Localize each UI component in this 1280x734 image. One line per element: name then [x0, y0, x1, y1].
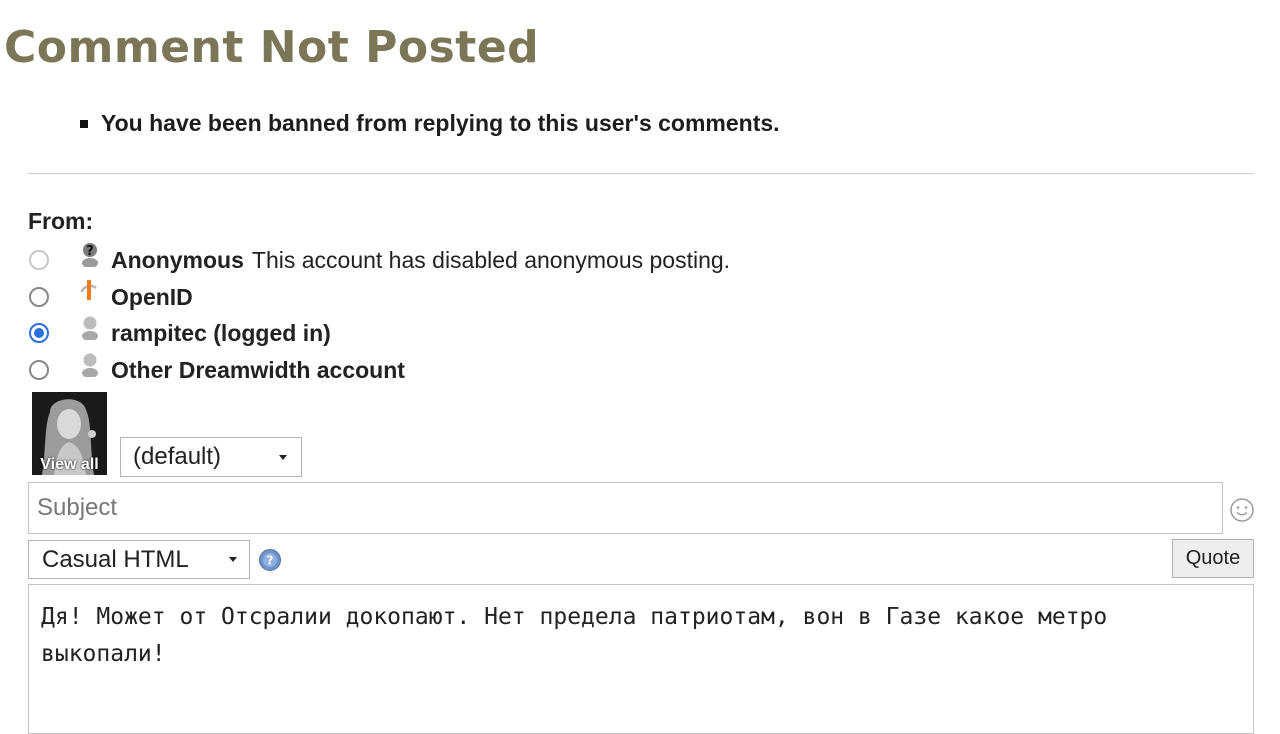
radio-openid[interactable] [29, 287, 49, 307]
user-icon [79, 351, 101, 378]
userpic-select-value: (default) [133, 443, 222, 470]
from-label: From: [28, 208, 94, 234]
userpic-thumbnail[interactable]: View all [32, 392, 107, 475]
userpic-select[interactable]: (default) [120, 437, 302, 477]
radio-current-user[interactable] [29, 323, 49, 343]
svg-text:?: ? [267, 554, 274, 568]
radio-other-account[interactable] [29, 360, 49, 380]
page-title: Comment Not Posted [4, 22, 540, 73]
question-mark-icon[interactable]: ? [258, 548, 282, 572]
user-icon [79, 314, 101, 341]
svg-text:?: ? [86, 244, 94, 259]
openid-icon [79, 278, 101, 304]
from-option-current-user[interactable]: rampitec (logged in) [28, 316, 331, 348]
divider [28, 173, 1254, 174]
account-note-anonymous: This account has disabled anonymous post… [251, 246, 731, 273]
error-text: You have been banned from replying to th… [101, 110, 780, 136]
account-name-other-account: Other Dreamwidth account [111, 356, 405, 383]
account-name-openid: OpenID [111, 283, 193, 310]
view-all-userpics-link[interactable]: View all [32, 456, 107, 474]
from-option-openid[interactable]: OpenID [28, 280, 193, 312]
subject-input[interactable] [28, 482, 1223, 534]
from-option-anonymous[interactable]: ? Anonymous This account has disabled an… [28, 243, 731, 275]
anonymous-user-icon: ? [79, 241, 101, 268]
format-select-value: Casual HTML [42, 545, 189, 573]
chevron-down-icon [229, 557, 237, 562]
format-select[interactable]: Casual HTML [28, 540, 250, 579]
quote-button[interactable]: Quote [1172, 539, 1254, 578]
chevron-down-icon [279, 454, 287, 460]
account-name-anonymous: Anonymous [111, 246, 244, 273]
from-option-other-account[interactable]: Other Dreamwidth account [28, 353, 405, 385]
comment-body-textarea[interactable]: Дя! Может от Отсралии докопают. Нет пред… [28, 584, 1254, 734]
smiley-icon[interactable] [1229, 497, 1255, 523]
account-name-current-user: rampitec (logged in) [111, 319, 331, 346]
error-list: You have been banned from replying to th… [80, 110, 780, 137]
radio-anonymous[interactable] [29, 250, 49, 270]
bullet-icon [80, 119, 88, 128]
error-message: You have been banned from replying to th… [80, 110, 780, 137]
